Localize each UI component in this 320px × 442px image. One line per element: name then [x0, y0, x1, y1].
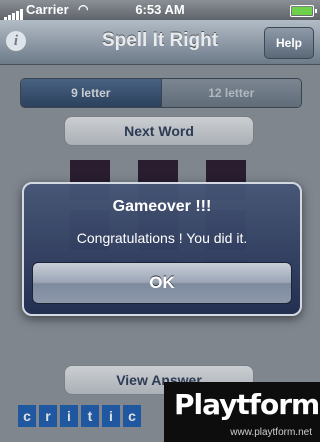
battery-icon: [290, 5, 317, 17]
help-button[interactable]: Help: [264, 27, 314, 59]
gameover-alert: Gameover !!! Congratulations ! You did i…: [22, 182, 302, 316]
watermark-url: www.playtform.net: [230, 427, 312, 438]
status-bar: Carrier ◠ 6:53 AM: [0, 0, 320, 20]
alert-message: Congratulations ! You did it.: [76, 230, 248, 246]
watermark-logo: Playtform: [174, 388, 320, 421]
ok-button[interactable]: OK: [32, 262, 292, 304]
playtform-watermark: Playtform www.playtform.net: [164, 382, 320, 442]
nav-bar: i Spell It Right Help: [0, 20, 320, 65]
status-time: 6:53 AM: [135, 2, 185, 17]
alert-title: Gameover !!!: [112, 198, 212, 215]
